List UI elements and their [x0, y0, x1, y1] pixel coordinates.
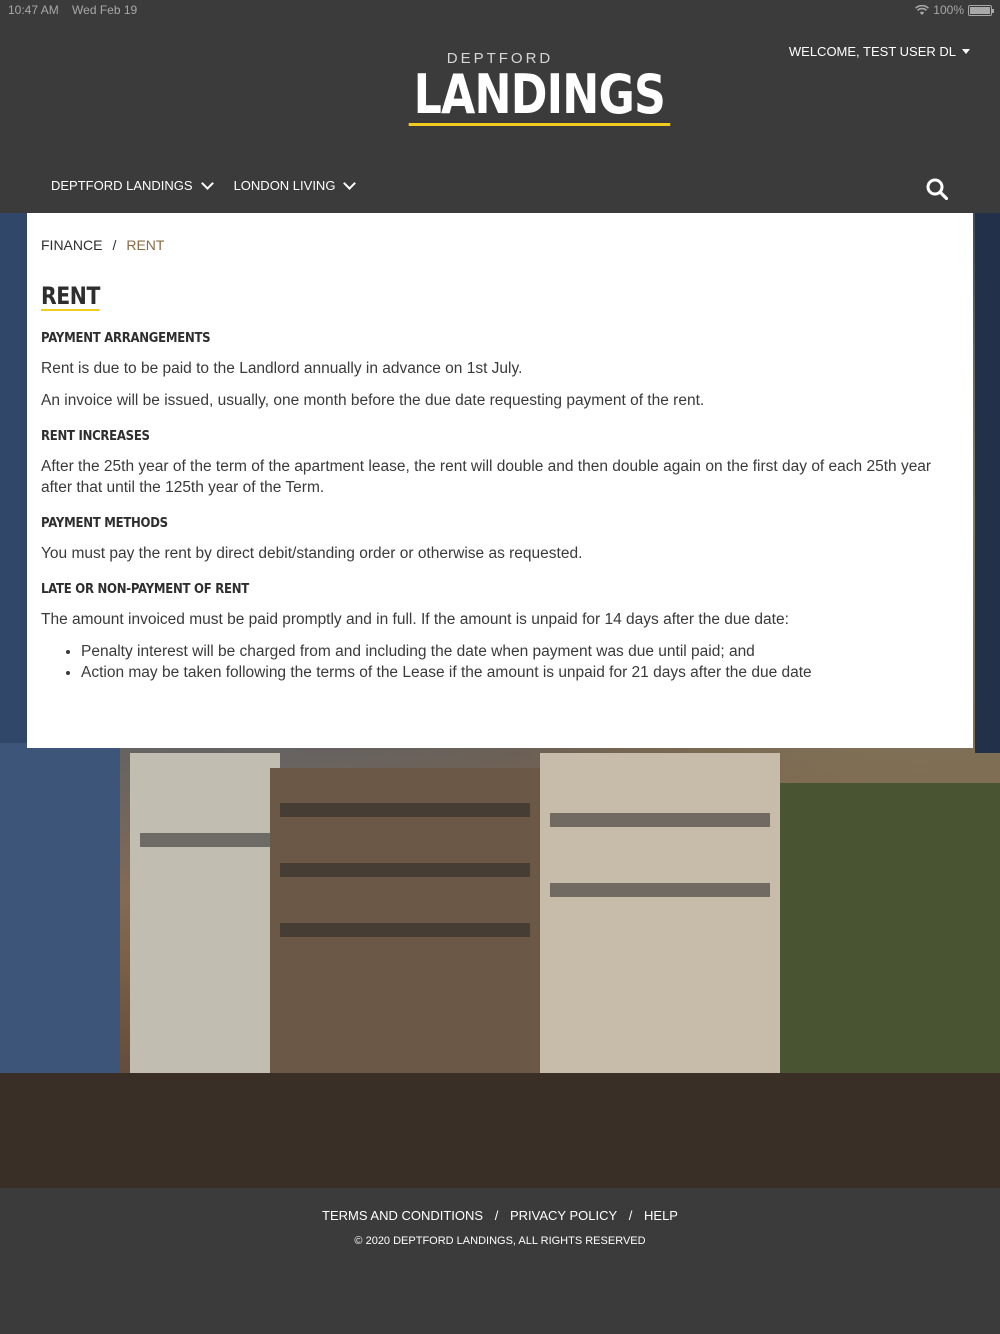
breadcrumb-finance[interactable]: FINANCE — [41, 237, 102, 253]
site-footer: TERMS AND CONDITIONS / PRIVACY POLICY / … — [0, 1188, 1000, 1334]
wifi-icon — [915, 4, 930, 15]
photo-plaza — [0, 1073, 1000, 1188]
nav-item-label: DEPTFORD LANDINGS — [51, 178, 193, 193]
status-bar: 10:47 AM Wed Feb 19 100% — [0, 0, 1000, 20]
footer-link-help[interactable]: HELP — [644, 1208, 678, 1223]
footer-links: TERMS AND CONDITIONS / PRIVACY POLICY / … — [0, 1208, 1000, 1223]
section-heading: PAYMENT ARRANGEMENTS — [41, 331, 211, 346]
main-nav: DEPTFORD LANDINGS LONDON LIVING — [51, 176, 357, 193]
breadcrumb-current: RENT — [126, 237, 165, 253]
search-icon[interactable] — [926, 178, 948, 200]
chevron-down-icon — [343, 176, 357, 190]
list-item: Penalty interest will be charged from an… — [81, 641, 959, 662]
section-paragraph: After the 25th year of the term of the a… — [41, 458, 932, 496]
section-paragraph: An invoice will be issued, usually, one … — [41, 392, 705, 409]
section-heading: LATE OR NON-PAYMENT OF RENT — [41, 582, 249, 597]
section-paragraph: The amount invoiced must be paid promptl… — [41, 611, 789, 628]
photo-balcony — [550, 883, 770, 897]
status-right: 100% — [915, 0, 994, 20]
battery-fill — [970, 6, 990, 14]
site-header: DEPTFORD LANDINGS WELCOME, TEST USER DL … — [0, 20, 1000, 213]
photo-balcony — [280, 863, 530, 877]
battery-icon — [968, 4, 994, 16]
footer-separator: / — [628, 1208, 633, 1223]
nav-item-deptford-landings[interactable]: DEPTFORD LANDINGS — [51, 176, 214, 193]
nav-item-label: LONDON LIVING — [233, 178, 336, 193]
section-heading: RENT INCREASES — [41, 429, 150, 444]
photo-building — [975, 213, 1000, 753]
section-paragraph: You must pay the rent by direct debit/st… — [41, 545, 583, 562]
photo-balcony — [550, 813, 770, 827]
copyright-text: © 2020 DEPTFORD LANDINGS, ALL RIGHTS RES… — [354, 1235, 646, 1247]
breadcrumb-separator: / — [112, 237, 117, 253]
footer-link-privacy[interactable]: PRIVACY POLICY — [510, 1208, 617, 1223]
section-paragraph: Rent is due to be paid to the Landlord a… — [41, 360, 523, 377]
status-date: Wed Feb 19 — [72, 3, 138, 17]
battery-percent: 100% — [933, 3, 964, 17]
caret-down-icon — [962, 49, 970, 54]
user-menu[interactable]: WELCOME, TEST USER DL — [789, 44, 970, 59]
footer-separator: / — [494, 1208, 499, 1223]
content-card: FINANCE / RENT RENT PAYMENT ARRANGEMENTS… — [27, 213, 973, 748]
photo-balcony — [280, 923, 530, 937]
bullet-list: Penalty interest will be charged from an… — [81, 641, 959, 683]
user-menu-label: WELCOME, TEST USER DL — [788, 44, 956, 59]
logo-title: LANDINGS — [408, 67, 671, 126]
site-logo[interactable]: DEPTFORD LANDINGS — [380, 50, 671, 126]
status-left: 10:47 AM Wed Feb 19 — [8, 0, 147, 20]
page-title: RENT — [41, 282, 100, 311]
photo-building — [0, 213, 27, 753]
list-item: Action may be taken following the terms … — [81, 662, 959, 683]
photo-balcony — [280, 803, 530, 817]
photo-balcony — [140, 833, 270, 847]
chevron-down-icon — [200, 176, 214, 190]
footer-link-terms[interactable]: TERMS AND CONDITIONS — [322, 1208, 483, 1223]
nav-item-london-living[interactable]: LONDON LIVING — [233, 176, 357, 193]
breadcrumb: FINANCE / RENT — [41, 237, 959, 253]
status-time: 10:47 AM — [8, 3, 59, 17]
section-heading: PAYMENT METHODS — [41, 516, 168, 531]
